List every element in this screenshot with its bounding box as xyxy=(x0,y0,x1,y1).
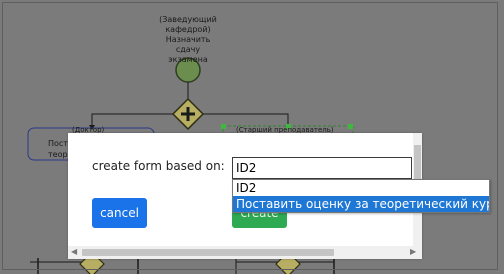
start-event-label: (Заведующий кафедрой) Назначить сдачу эк… xyxy=(159,15,217,64)
arrow-right-icon[interactable]: ▶ xyxy=(410,247,416,256)
form-id-dropdown[interactable]: ID2 Поставить оценку за теоретический ку… xyxy=(232,179,490,213)
dropdown-option-selected[interactable]: Поставить оценку за теоретический курс xyxy=(233,196,489,212)
arrow-left-icon[interactable]: ◀ xyxy=(71,247,77,256)
dropdown-option[interactable]: ID2 xyxy=(233,180,489,196)
form-label: create form based on: xyxy=(92,159,225,173)
task-left-text: Пост теор xyxy=(48,139,68,159)
horizontal-scrollbar[interactable]: ◀ ▶ xyxy=(68,246,422,259)
horizontal-scrollbar-thumb[interactable] xyxy=(82,249,334,256)
cancel-button[interactable]: cancel xyxy=(92,198,147,228)
form-id-input[interactable]: ID2 xyxy=(232,157,412,179)
